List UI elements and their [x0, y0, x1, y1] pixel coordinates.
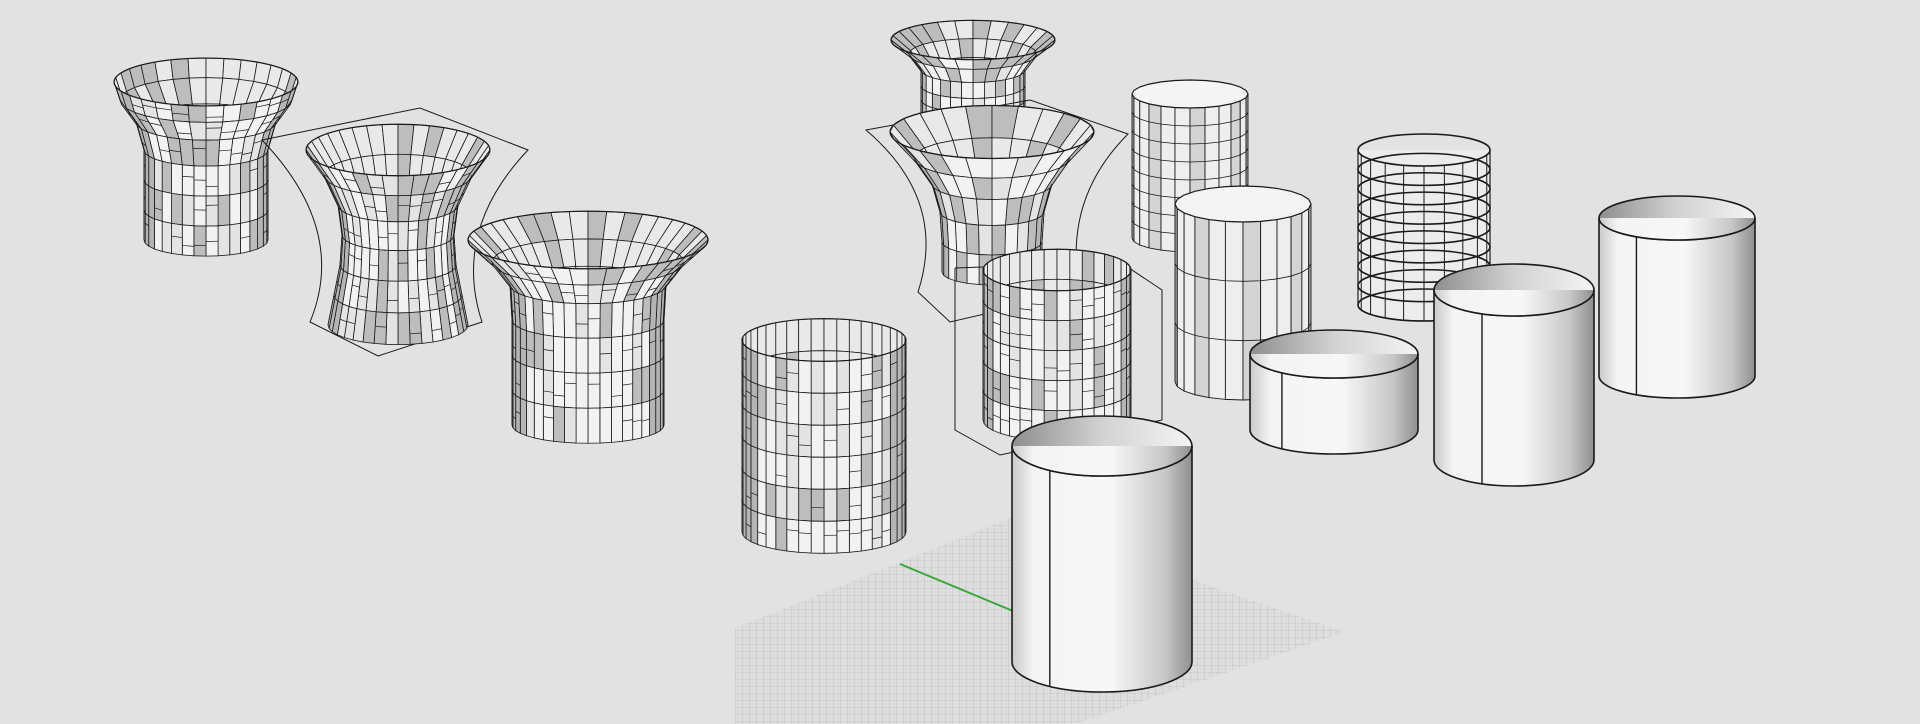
paneled-vase-small[interactable] [113, 57, 299, 257]
3d-viewport[interactable] [0, 0, 1920, 724]
smooth-cylinder-selected[interactable] [1011, 415, 1193, 693]
smooth-cylinder-medium[interactable] [1433, 263, 1595, 487]
smooth-cylinder-tall[interactable] [1598, 195, 1756, 399]
paneled-cylinder-front[interactable] [741, 318, 907, 554]
smooth-cylinder-low[interactable] [1249, 329, 1419, 455]
paneled-flared-vase[interactable] [467, 210, 709, 444]
scene-canvas[interactable] [0, 0, 1920, 724]
